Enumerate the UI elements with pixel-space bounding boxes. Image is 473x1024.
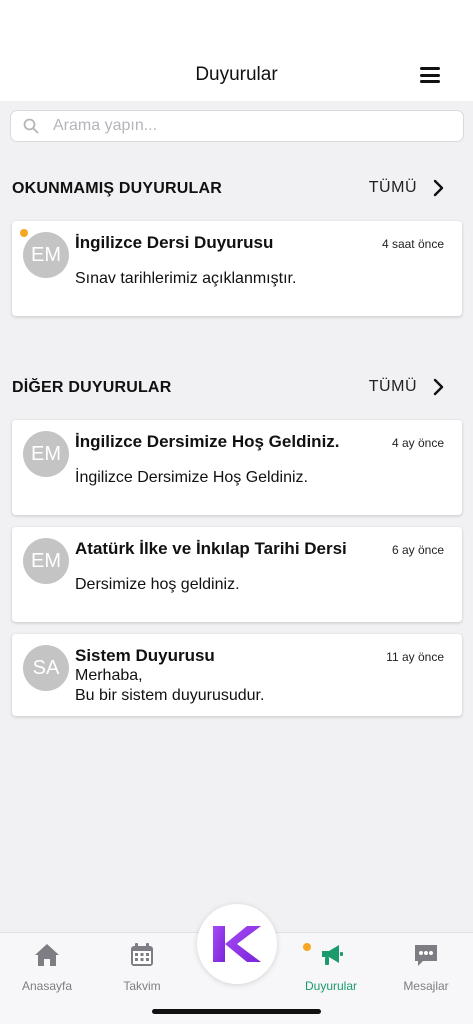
tab-label: Anasayfa <box>21 979 73 993</box>
announcement-title: Sistem Duyurusu <box>75 646 215 665</box>
tab-duyurular[interactable]: Duyurular <box>291 941 371 993</box>
other-section-title: DİĞER DUYURULAR <box>12 379 172 396</box>
announcement-title: Atatürk İlke ve İnkılap Tarihi Dersi <box>75 539 347 558</box>
page-title: Duyurular <box>195 64 278 85</box>
announcement-time: 11 ay önce <box>386 650 444 664</box>
app-header: Duyurular <box>0 0 473 101</box>
announcement-body: Sınav tarihlerimiz açıklanmıştır. <box>75 270 297 287</box>
calendar-icon <box>131 943 153 966</box>
announcement-body: Dersimize hoş geldiniz. <box>75 576 240 593</box>
announcement-body-line-2: Bu bir sistem duyurusudur. <box>75 687 265 704</box>
tab-label: Duyurular <box>304 979 358 993</box>
unread-indicator <box>20 229 28 237</box>
other-see-all-button[interactable]: TÜMÜ <box>369 378 445 396</box>
see-all-label: TÜMÜ <box>368 378 417 395</box>
notification-dot <box>303 943 311 951</box>
announcement-card[interactable]: EM İngilizce Dersi Duyurusu 4 saat önce … <box>12 221 462 316</box>
avatar: EM <box>23 538 69 584</box>
home-icon <box>35 944 59 966</box>
tab-mesajlar[interactable]: Mesajlar <box>386 941 466 993</box>
announcement-title: İngilizce Dersi Duyurusu <box>75 233 274 252</box>
unread-see-all-button[interactable]: TÜMÜ <box>369 179 445 197</box>
announcement-time: 6 ay önce <box>391 543 444 557</box>
search-icon <box>23 118 39 134</box>
unread-section-title: OKUNMAMIŞ DUYURULAR <box>12 180 223 197</box>
announcement-title: İngilizce Dersimize Hoş Geldiniz. <box>75 432 340 451</box>
center-logo-button[interactable] <box>197 904 277 984</box>
hamburger-menu-icon[interactable] <box>420 67 440 83</box>
announcement-time: 4 ay önce <box>391 436 444 450</box>
announcement-card[interactable]: EM İngilizce Dersimize Hoş Geldiniz. 4 a… <box>12 420 462 515</box>
avatar: EM <box>23 232 69 278</box>
logo-icon <box>213 926 261 962</box>
announcement-body: İngilizce Dersimize Hoş Geldiniz. <box>75 469 308 486</box>
chevron-right-icon <box>433 378 444 396</box>
announcement-body-line-1: Merhaba, <box>75 667 143 684</box>
avatar: EM <box>23 431 69 477</box>
tab-takvim[interactable]: Takvim <box>102 941 182 993</box>
tab-label: Takvim <box>123 979 161 993</box>
search-bar[interactable] <box>10 110 464 142</box>
see-all-label: TÜMÜ <box>368 179 417 196</box>
tab-label: Mesajlar <box>403 979 449 993</box>
tab-anasayfa[interactable]: Anasayfa <box>7 941 87 993</box>
announcement-card[interactable]: EM Atatürk İlke ve İnkılap Tarihi Dersi … <box>12 527 462 622</box>
megaphone-icon <box>322 945 343 965</box>
chat-icon <box>415 945 437 966</box>
avatar: SA <box>23 645 69 691</box>
home-indicator <box>152 1009 321 1014</box>
search-input[interactable] <box>53 117 433 135</box>
announcement-card[interactable]: SA Sistem Duyurusu 11 ay önce Merhaba, B… <box>12 634 462 716</box>
chevron-right-icon <box>433 179 444 197</box>
announcement-time: 4 saat önce <box>381 237 444 251</box>
